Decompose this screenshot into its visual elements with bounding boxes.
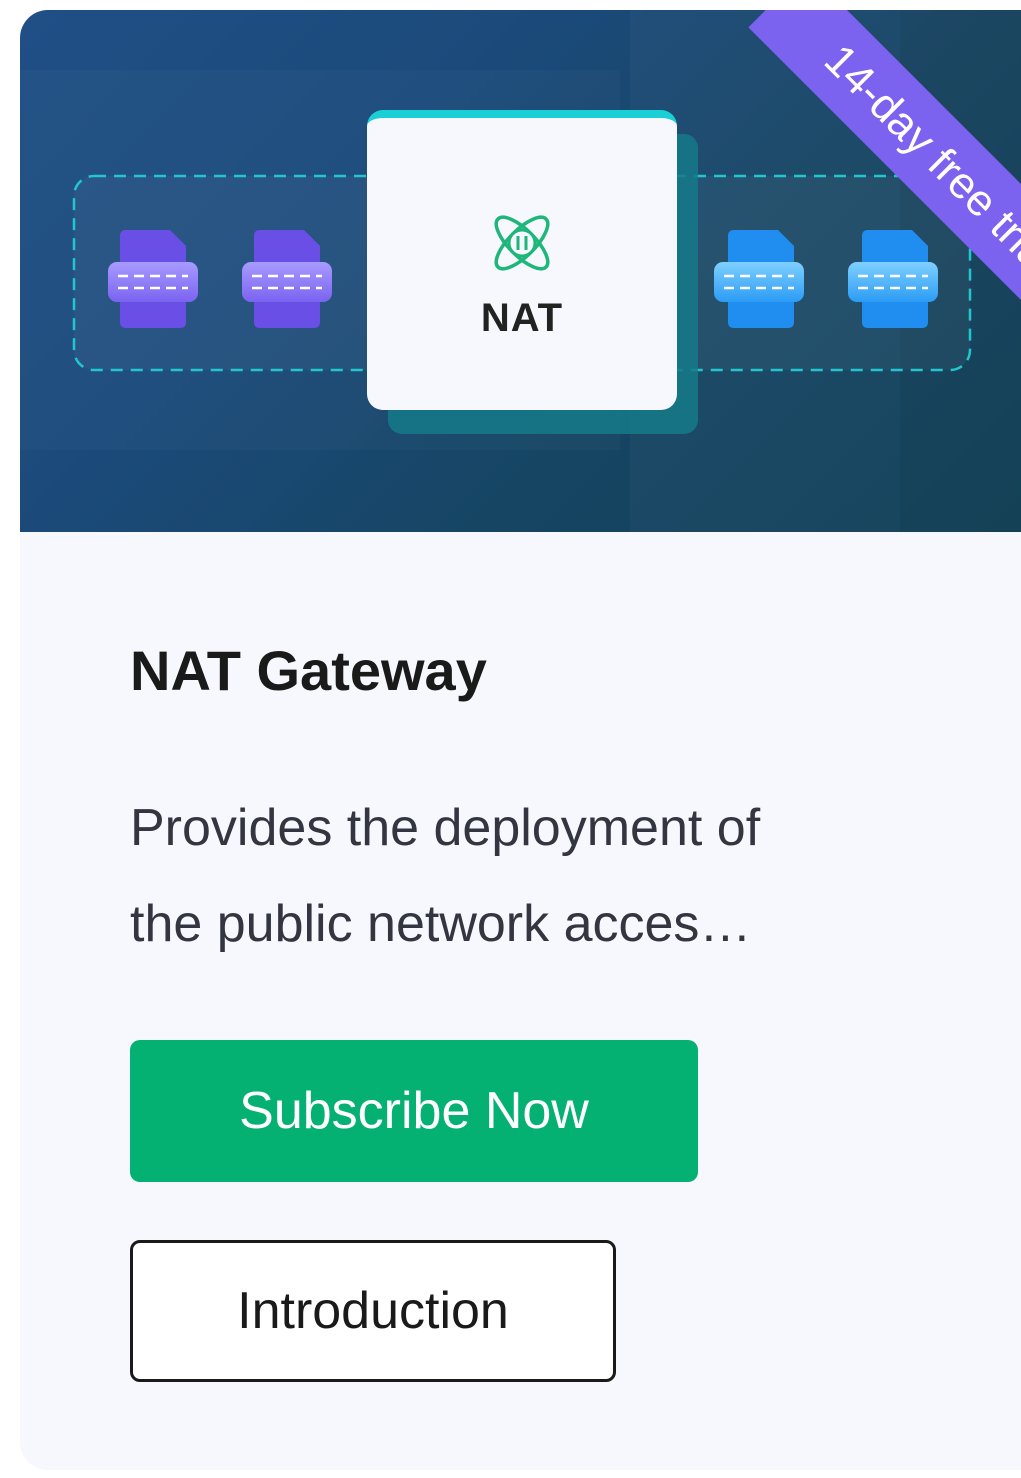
server-icon (108, 230, 198, 328)
atom-icon (494, 215, 550, 271)
description-line: the public network acces… (130, 895, 752, 953)
banner-label: NAT (480, 296, 564, 340)
product-title: NAT Gateway (130, 639, 487, 702)
subscribe-now-button[interactable]: Subscribe Now (130, 1040, 698, 1182)
server-icon (242, 230, 332, 328)
description-line: Provides the deployment of (130, 799, 761, 857)
introduction-button[interactable]: Introduction (130, 1240, 616, 1382)
product-card: NAT 14-day free trial NAT Gateway Provid… (20, 10, 1021, 1470)
nat-card: NAT (367, 110, 677, 410)
product-description: Provides the deployment of the public ne… (130, 780, 930, 972)
product-banner: NAT 14-day free trial (20, 10, 1021, 532)
